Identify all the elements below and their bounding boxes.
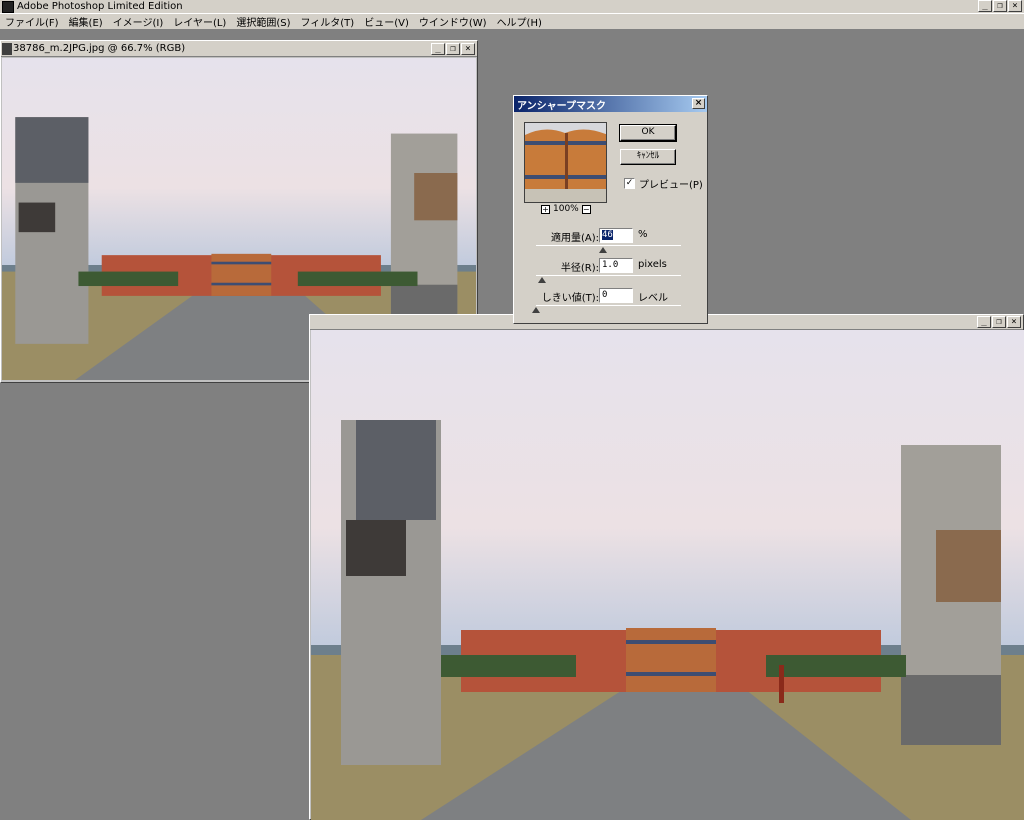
radius-input[interactable]: 1.0 xyxy=(599,258,633,273)
menu-image[interactable]: イメージ(I) xyxy=(108,14,169,29)
unsharp-mask-dialog: アンシャープマスク × OK ｷｬﾝｾﾙ ✓ プレビュー(P) + 100% −… xyxy=(513,95,708,324)
threshold-input[interactable]: 0 xyxy=(599,288,633,303)
image-canvas-large[interactable] xyxy=(311,330,1024,820)
zoom-out-button[interactable]: − xyxy=(581,204,591,214)
radius-slider[interactable] xyxy=(536,275,681,283)
dialog-title: アンシャープマスク xyxy=(517,100,606,112)
radius-slider-thumb[interactable] xyxy=(537,277,546,283)
ok-button[interactable]: OK xyxy=(619,124,677,142)
doc-minimize-button[interactable]: _ xyxy=(431,43,445,55)
threshold-slider[interactable] xyxy=(532,305,681,313)
menu-layer[interactable]: レイヤー(L) xyxy=(168,14,231,29)
app-titlebar: Adobe Photoshop Limited Edition _ ❐ × xyxy=(0,0,1024,14)
amount-slider[interactable] xyxy=(536,245,681,253)
menu-edit[interactable]: 編集(E) xyxy=(64,14,108,29)
threshold-unit: レベル xyxy=(638,293,668,304)
menu-view[interactable]: ビュー(V) xyxy=(359,14,414,29)
radius-unit: pixels xyxy=(638,259,667,270)
amount-value: 46 xyxy=(602,230,613,240)
amount-slider-thumb[interactable] xyxy=(598,247,607,253)
threshold-label: しきい値(T): xyxy=(541,293,599,304)
preview-option[interactable]: ✓ プレビュー(P) xyxy=(624,176,703,191)
document-window-large: _ ❐ × xyxy=(309,314,1024,820)
doc-large-close-button[interactable]: × xyxy=(1007,316,1021,328)
doc-maximize-button[interactable]: ❐ xyxy=(446,43,460,55)
dialog-close-button[interactable]: × xyxy=(692,98,705,109)
document-titlebar[interactable]: 38786_m.2JPG.jpg @ 66.7% (RGB) _ ❐ × xyxy=(1,41,477,57)
menu-bar: ファイル(F) 編集(E) イメージ(I) レイヤー(L) 選択範囲(S) フィ… xyxy=(0,14,1024,30)
gate-photo-large xyxy=(311,330,1024,820)
app-title: Adobe Photoshop Limited Edition xyxy=(17,1,183,12)
photoshop-icon xyxy=(2,0,14,13)
minimize-button[interactable]: _ xyxy=(978,0,992,12)
cancel-button[interactable]: ｷｬﾝｾﾙ xyxy=(620,149,676,165)
doc-large-maximize-button[interactable]: ❐ xyxy=(992,316,1006,328)
preview-checkbox[interactable]: ✓ xyxy=(624,178,635,189)
doc-large-minimize-button[interactable]: _ xyxy=(977,316,991,328)
menu-window[interactable]: ウインドウ(W) xyxy=(414,14,492,29)
document-title: 38786_m.2JPG.jpg @ 66.7% (RGB) xyxy=(13,43,186,54)
amount-unit: % xyxy=(638,229,648,240)
radius-label: 半径(R): xyxy=(560,263,599,274)
close-button[interactable]: × xyxy=(1008,0,1022,12)
menu-file[interactable]: ファイル(F) xyxy=(0,14,64,29)
zoom-in-button[interactable]: + xyxy=(541,204,550,214)
amount-label: 適用量(A): xyxy=(550,233,599,244)
document-icon xyxy=(2,42,12,55)
amount-row: 適用量(A): 46 % xyxy=(514,227,709,245)
threshold-row: しきい値(T): 0 レベル xyxy=(514,287,709,305)
menu-select[interactable]: 選択範囲(S) xyxy=(231,14,295,29)
filter-preview[interactable] xyxy=(524,122,607,203)
document-large-window-controls: _ ❐ × xyxy=(977,316,1021,328)
radius-row: 半径(R): 1.0 pixels xyxy=(514,257,709,275)
restore-button[interactable]: ❐ xyxy=(993,0,1007,12)
preview-gate-image xyxy=(525,123,606,202)
preview-label: プレビュー(P) xyxy=(639,180,703,191)
menu-filter[interactable]: フィルタ(T) xyxy=(295,14,359,29)
threshold-slider-thumb[interactable] xyxy=(532,307,540,313)
document-window-controls: _ ❐ × xyxy=(431,43,475,55)
app-window-controls: _ ❐ × xyxy=(978,0,1022,12)
menu-help[interactable]: ヘルプ(H) xyxy=(492,14,547,29)
doc-close-button[interactable]: × xyxy=(461,43,475,55)
zoom-level: 100% xyxy=(553,204,579,214)
dialog-titlebar[interactable]: アンシャープマスク × xyxy=(514,96,707,112)
amount-input[interactable]: 46 xyxy=(599,228,633,243)
preview-zoom: + 100% − xyxy=(541,204,591,214)
